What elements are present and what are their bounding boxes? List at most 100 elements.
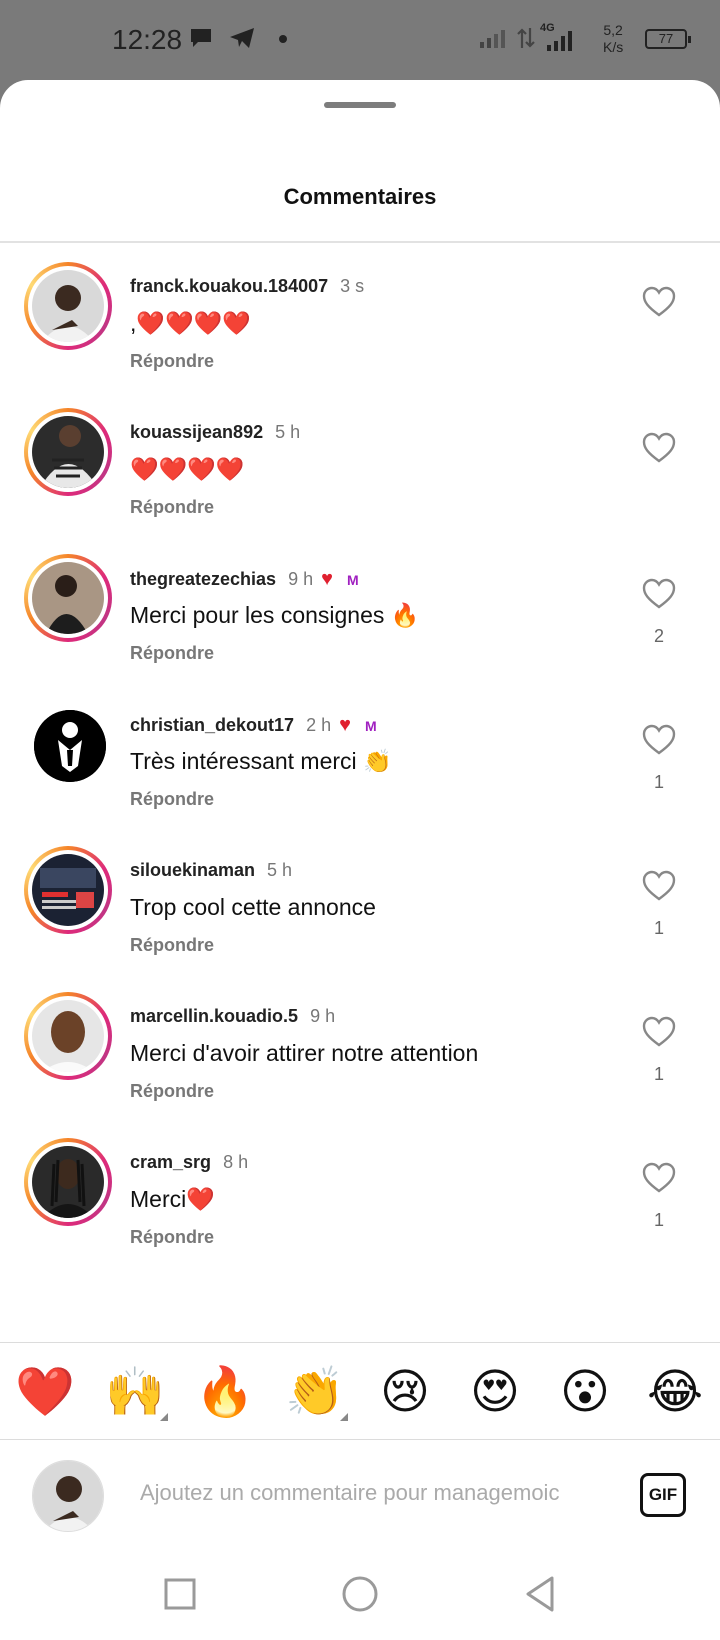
comment-time: 5 h: [275, 422, 301, 442]
avatar: [32, 1146, 104, 1218]
drag-handle[interactable]: [324, 102, 396, 108]
avatar: [32, 854, 104, 926]
gif-icon[interactable]: GIF: [640, 1473, 686, 1517]
reply-button[interactable]: Répondre: [130, 935, 214, 956]
comment-username[interactable]: cram_srg: [130, 1152, 211, 1172]
message-bubble-icon: [188, 26, 214, 57]
heart-outline-icon[interactable]: [642, 870, 676, 902]
status-time: 12:28: [112, 24, 183, 55]
author-avatar-badge-icon: M: [346, 572, 359, 588]
skin-tone-indicator-icon: [340, 1413, 348, 1421]
like-count: 1: [653, 772, 664, 792]
comment-username[interactable]: franck.kouakou.184007: [130, 276, 328, 296]
like-count: 1: [653, 1064, 664, 1084]
emoji-crying-face[interactable]: 😢: [374, 1361, 436, 1423]
comment-header: silouekinaman 5 h: [130, 860, 292, 881]
avatar-story-ring[interactable]: [24, 554, 112, 642]
emoji-heart-eyes[interactable]: 😍: [464, 1361, 526, 1423]
emoji-tears-of-joy[interactable]: 😂: [644, 1361, 706, 1423]
notification-dot-icon: [278, 28, 288, 56]
author-liked-heart-icon: ♥: [339, 714, 351, 736]
comment-header: christian_dekout17 2 h ♥ M: [130, 714, 377, 737]
home-icon[interactable]: [338, 1572, 382, 1616]
emoji-red-heart[interactable]: ❤️: [14, 1361, 76, 1423]
status-bar: 12:28 4G 5,2 K/s 77: [0, 0, 720, 80]
comment-text: Merci pour les consignes 🔥: [130, 602, 420, 628]
comment-item: franck.kouakou.184007 3 s ,❤️❤️❤️❤️ Répon…: [0, 250, 720, 380]
skin-tone-indicator-icon: [160, 1413, 168, 1421]
comment-text: Très intéressant merci 👏: [130, 748, 392, 774]
reply-button[interactable]: Répondre: [130, 643, 214, 664]
comment-time: 8 h: [223, 1152, 249, 1172]
heart-outline-icon[interactable]: [642, 1016, 676, 1048]
reply-button[interactable]: Répondre: [130, 1081, 214, 1102]
network-speed: 5,2 K/s: [603, 22, 624, 55]
comment-username[interactable]: christian_dekout17: [130, 715, 294, 735]
signal-icon: [546, 30, 576, 59]
heart-outline-icon[interactable]: [642, 578, 676, 610]
avatar: [32, 270, 104, 342]
comment-header: franck.kouakou.184007 3 s: [130, 276, 364, 297]
comment-item: cram_srg 8 h Merci❤️ Répondre 1: [0, 1126, 720, 1256]
comment-username[interactable]: marcellin.kouadio.5: [130, 1006, 298, 1026]
reply-button[interactable]: Répondre: [130, 351, 214, 372]
comment-time: 2 h: [306, 715, 332, 735]
emoji-raising-hands[interactable]: 🙌: [104, 1361, 166, 1423]
comment-username[interactable]: kouassijean892: [130, 422, 263, 442]
comments-sheet: Commentaires franck.kouakou.184007 3 s ,❤…: [0, 80, 720, 1640]
recent-apps-icon[interactable]: [158, 1572, 202, 1616]
avatar: [32, 562, 104, 634]
comment-composer: GIF: [0, 1440, 720, 1550]
heart-outline-icon[interactable]: [642, 286, 676, 318]
avatar-ring[interactable]: [24, 700, 112, 788]
comment-text: Trop cool cette annonce: [130, 894, 376, 920]
avatar: [32, 1000, 104, 1072]
comment-time: 9 h: [288, 569, 314, 589]
emoji-surprised-face[interactable]: 😮: [554, 1361, 616, 1423]
back-icon[interactable]: [518, 1572, 562, 1616]
like-count: 1: [653, 1210, 664, 1230]
comment-header: marcellin.kouadio.5 9 h: [130, 1006, 335, 1027]
avatar-story-ring[interactable]: [24, 262, 112, 350]
comment-input[interactable]: [140, 1480, 600, 1506]
reply-button[interactable]: Répondre: [130, 789, 214, 810]
comment-time: 9 h: [310, 1006, 336, 1026]
like-count: 1: [653, 918, 664, 938]
avatar-story-ring[interactable]: [24, 1138, 112, 1226]
current-user-avatar: [32, 1460, 104, 1532]
comment-header: kouassijean892 5 h: [130, 422, 300, 443]
comment-text: Merci d'avoir attirer notre attention: [130, 1040, 479, 1066]
comment-item: silouekinaman 5 h Trop cool cette annonce…: [0, 834, 720, 964]
signal-weak-icon: [478, 26, 510, 57]
comment-item: thegreatezechias 9 h ♥ M Merci pour les con…: [0, 542, 720, 672]
avatar-story-ring[interactable]: [24, 846, 112, 934]
avatar: [32, 416, 104, 488]
emoji-quick-bar: ❤️ 🙌 🔥 👏 😢 😍 😮 😂: [0, 1342, 720, 1440]
title-divider: [0, 241, 720, 243]
comment-text: Merci❤️: [130, 1186, 215, 1212]
comment-text: ❤️❤️❤️❤️: [130, 456, 245, 482]
heart-outline-icon[interactable]: [642, 724, 676, 756]
like-count: 2: [653, 626, 664, 646]
heart-outline-icon[interactable]: [642, 1162, 676, 1194]
comment-item: christian_dekout17 2 h ♥ M Très intéressant…: [0, 688, 720, 818]
data-transfer-icon: [516, 26, 536, 57]
emoji-fire[interactable]: 🔥: [194, 1361, 256, 1423]
system-nav-bar: [0, 1550, 720, 1640]
avatar-story-ring[interactable]: [24, 408, 112, 496]
avatar: [34, 710, 106, 782]
comment-item: marcellin.kouadio.5 9 h Merci d'avoir att…: [0, 980, 720, 1110]
emoji-clapping-hands[interactable]: 👏: [284, 1361, 346, 1423]
telegram-icon: [228, 26, 256, 57]
avatar-story-ring[interactable]: [24, 992, 112, 1080]
reply-button[interactable]: Répondre: [130, 1227, 214, 1248]
sheet-title: Commentaires: [283, 184, 437, 209]
comment-username[interactable]: thegreatezechias: [130, 569, 276, 589]
comment-time: 5 h: [267, 860, 293, 880]
reply-button[interactable]: Répondre: [130, 497, 214, 518]
comment-item: kouassijean892 5 h ❤️❤️❤️❤️ Répondre: [0, 396, 720, 526]
battery-icon: 77: [645, 29, 691, 49]
heart-outline-icon[interactable]: [642, 432, 676, 464]
comment-time: 3 s: [340, 276, 365, 296]
comment-username[interactable]: silouekinaman: [130, 860, 255, 880]
